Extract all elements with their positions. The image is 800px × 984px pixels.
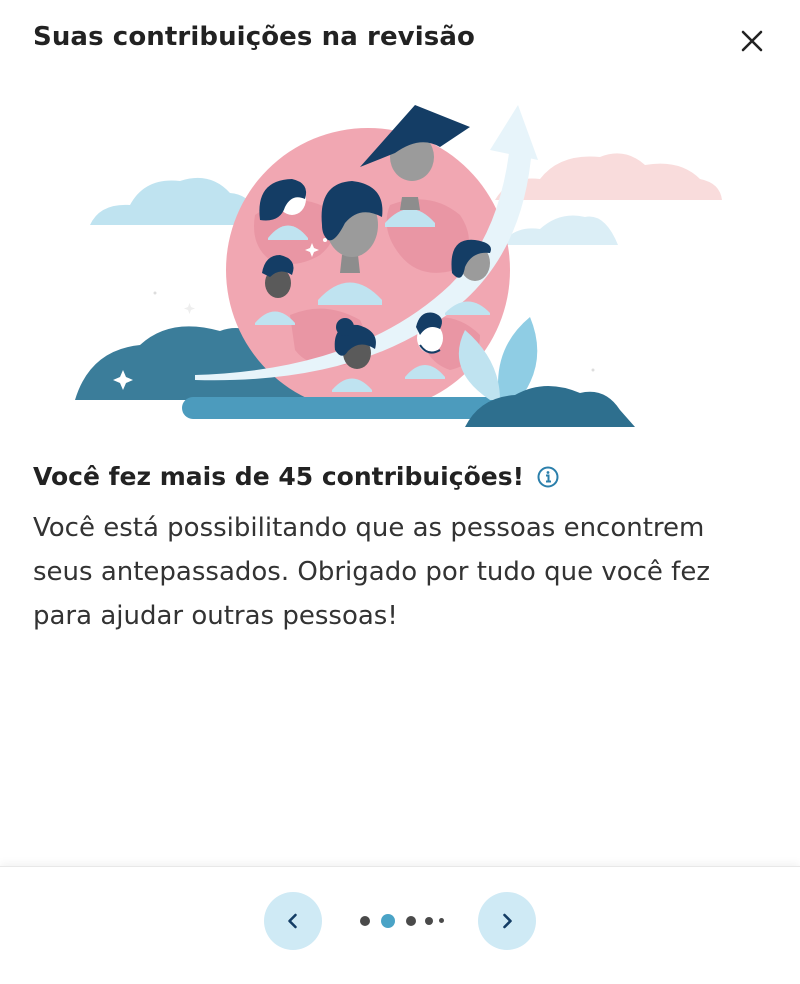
dialog-title: Suas contribuições na revisão [33, 22, 475, 52]
heading-row: Você fez mais de 45 contribuições! [33, 462, 763, 491]
previous-button[interactable] [264, 892, 322, 950]
info-button[interactable] [536, 465, 560, 489]
info-icon [537, 466, 559, 487]
page-dot-3[interactable] [406, 916, 416, 926]
globe-people-illustration [75, 105, 722, 427]
page-dot-2-active[interactable] [381, 914, 395, 928]
contributions-body: Você está possibilitando que as pessoas … [33, 513, 710, 631]
chevron-left-icon [288, 913, 297, 929]
close-icon [741, 30, 763, 52]
dialog-header: Suas contribuições na revisão [0, 0, 800, 78]
content-section: Você fez mais de 45 contribuições! Você … [33, 462, 763, 638]
next-button[interactable] [478, 892, 536, 950]
contributions-heading: Você fez mais de 45 contribuições! [33, 462, 524, 491]
contributions-illustration [60, 95, 740, 440]
chevron-right-icon [503, 913, 512, 929]
close-button[interactable] [732, 21, 772, 61]
pagination-footer [0, 866, 800, 984]
page-dot-4[interactable] [425, 917, 433, 925]
pagination-dots [360, 914, 450, 928]
page-dot-5[interactable] [439, 918, 444, 923]
page-dot-1[interactable] [360, 916, 370, 926]
